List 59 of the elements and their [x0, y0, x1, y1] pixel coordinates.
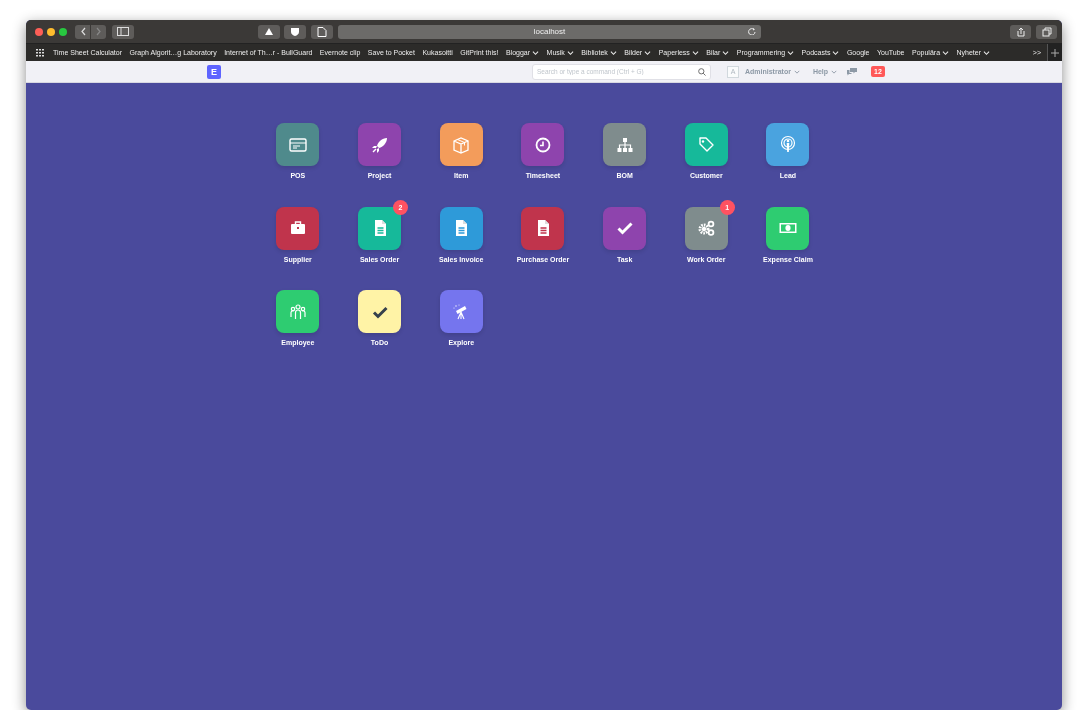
- app-tile[interactable]: [358, 206, 402, 250]
- chat-icon[interactable]: [847, 67, 859, 76]
- tabs-button[interactable]: [1036, 24, 1057, 39]
- back-icon: [79, 27, 86, 36]
- chevron-down-icon: [942, 49, 950, 56]
- sidebar-button[interactable]: [112, 24, 134, 39]
- shield-icon: [290, 26, 300, 37]
- sidebar-icon: [117, 27, 129, 36]
- app-tile[interactable]: [439, 290, 483, 333]
- search-icon: [698, 67, 706, 76]
- share-button[interactable]: [1010, 24, 1031, 39]
- forward-icon: [95, 27, 102, 36]
- app-tile[interactable]: [358, 123, 402, 166]
- app-tile[interactable]: [766, 206, 810, 250]
- chevron-down-icon: [532, 49, 540, 56]
- app-tile[interactable]: [276, 123, 320, 166]
- reload-icon: [747, 26, 756, 35]
- app-tile[interactable]: [684, 123, 728, 166]
- extension-button[interactable]: [258, 24, 280, 39]
- forward-button[interactable]: [91, 24, 106, 39]
- caret-icon: [793, 68, 800, 75]
- people-icon: [287, 301, 308, 322]
- app-tile[interactable]: [766, 123, 810, 166]
- app-tile[interactable]: [358, 290, 402, 333]
- gears-icon: [696, 218, 717, 238]
- address-bar[interactable]: localhost: [338, 24, 761, 39]
- plus-icon[interactable]: [1051, 48, 1059, 57]
- chevron-down-icon: [983, 49, 991, 56]
- box-icon: [451, 134, 472, 155]
- minimize-window-button[interactable]: [47, 27, 55, 36]
- zoom-window-button[interactable]: [59, 27, 67, 36]
- chevron-down-icon: [787, 49, 795, 56]
- close-window-button[interactable]: [35, 27, 43, 36]
- chevron-down-icon: [832, 49, 840, 56]
- share-icon: [1015, 26, 1026, 37]
- app-tile[interactable]: [603, 123, 647, 166]
- page-icon: [317, 26, 327, 37]
- app-tile[interactable]: [521, 206, 565, 250]
- chevron-down-icon: [566, 49, 574, 56]
- chevron-down-icon: [609, 49, 617, 56]
- chevron-down-icon: [722, 49, 730, 56]
- address-text: localhost: [533, 27, 566, 36]
- app-tile[interactable]: [276, 290, 320, 333]
- app-tile[interactable]: [439, 123, 483, 166]
- app-tile[interactable]: [276, 206, 320, 250]
- caret-icon: [831, 68, 838, 75]
- triangle-icon: [264, 27, 274, 36]
- back-button[interactable]: [75, 24, 90, 39]
- tabs-icon: [1041, 26, 1052, 37]
- app-logo[interactable]: E: [207, 64, 221, 79]
- chevron-down-icon: [691, 49, 699, 56]
- grid-icon[interactable]: [36, 48, 45, 57]
- reader-button[interactable]: [311, 24, 333, 39]
- app-tile[interactable]: [684, 206, 728, 250]
- app-tile[interactable]: [603, 206, 647, 250]
- app-tile[interactable]: [439, 206, 483, 250]
- chevron-down-icon: [644, 49, 652, 56]
- app-tile[interactable]: [521, 123, 565, 166]
- extension-button[interactable]: [284, 24, 306, 39]
